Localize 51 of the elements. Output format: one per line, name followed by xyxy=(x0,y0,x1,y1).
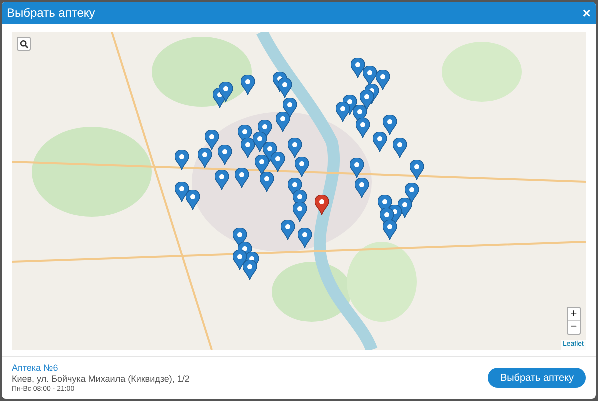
map-pin-icon[interactable] xyxy=(271,152,285,172)
map-pin-icon[interactable] xyxy=(281,220,295,240)
map-pin-icon[interactable] xyxy=(336,102,350,122)
map-pin-icon[interactable] xyxy=(298,228,312,248)
map-pin-icon[interactable] xyxy=(295,157,309,177)
dialog-title: Выбрать аптеку xyxy=(7,5,96,22)
map-pin-icon[interactable] xyxy=(363,66,377,86)
map-pin-icon[interactable] xyxy=(215,170,229,190)
zoom-out-button[interactable]: − xyxy=(568,321,580,334)
map-pin-icon[interactable] xyxy=(260,172,274,192)
map-pin-icon[interactable] xyxy=(243,260,257,280)
map-pin-icon[interactable] xyxy=(315,195,329,215)
zoom-in-button[interactable]: + xyxy=(568,308,580,321)
map-pin-icon[interactable] xyxy=(288,138,302,158)
map-pin-icon[interactable] xyxy=(219,82,233,102)
search-button[interactable] xyxy=(17,37,31,51)
map-pin-icon[interactable] xyxy=(360,90,374,110)
map-pin-icon[interactable] xyxy=(241,75,255,95)
map-pin-icon[interactable] xyxy=(293,202,307,222)
select-pharmacy-button[interactable]: Выбрать аптеку xyxy=(488,368,586,388)
pharmacy-name[interactable]: Аптека №6 xyxy=(12,362,190,374)
map-pin-icon[interactable] xyxy=(393,138,407,158)
map-pin-icon[interactable] xyxy=(175,182,189,202)
map-pin-icon[interactable] xyxy=(383,220,397,240)
map-pin-icon[interactable] xyxy=(356,118,370,138)
map-pin-icon[interactable] xyxy=(205,130,219,150)
map-pin-icon[interactable] xyxy=(233,228,247,248)
close-button[interactable]: × xyxy=(582,6,591,20)
map-pin-icon[interactable] xyxy=(241,138,255,158)
map-pin-icon[interactable] xyxy=(376,70,390,90)
map-pin-icon[interactable] xyxy=(278,78,292,98)
map-pin-icon[interactable] xyxy=(351,58,365,78)
map-pin-icon[interactable] xyxy=(276,112,290,132)
map-pin-icon[interactable] xyxy=(175,150,189,170)
map-pin-icon[interactable] xyxy=(373,132,387,152)
map-pin-icon[interactable] xyxy=(235,168,249,188)
map-pin-icon[interactable] xyxy=(198,148,212,168)
map-pin-icon[interactable] xyxy=(355,178,369,198)
map-pin-icon[interactable] xyxy=(398,198,412,218)
map-pin-icon[interactable] xyxy=(233,250,247,270)
map-pin-icon[interactable] xyxy=(283,98,297,118)
pharmacy-address: Киев, ул. Бойчука Михаила (Киквидзе), 1/2 xyxy=(12,374,190,384)
map-pin-icon[interactable] xyxy=(253,132,267,152)
map-pin-icon[interactable] xyxy=(218,145,232,165)
map-pin-icon[interactable] xyxy=(410,160,424,180)
search-icon xyxy=(20,40,28,48)
map-pin-icon[interactable] xyxy=(383,115,397,135)
map-pin-icon[interactable] xyxy=(350,158,364,178)
map-pin-icon[interactable] xyxy=(186,190,200,210)
map-pin-icon[interactable] xyxy=(405,183,419,203)
map-pin-icon[interactable] xyxy=(255,155,269,175)
